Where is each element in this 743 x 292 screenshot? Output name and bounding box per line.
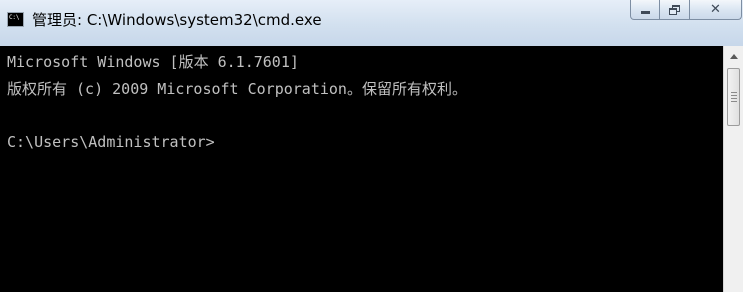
cmd-app-icon[interactable]: C:\ — [7, 12, 24, 27]
console-line-copyright: 版权所有 (c) 2009 Microsoft Corporation。保留所有… — [7, 80, 467, 98]
scrollbar-thumb[interactable] — [727, 68, 740, 126]
scroll-up-arrow-icon — [729, 54, 738, 59]
cmd-window: C:\ 管理员: C:\Windows\system32\cmd.exe ✕ M… — [0, 0, 743, 292]
console-prompt[interactable]: C:\Users\Administrator> — [7, 132, 215, 152]
title-bar[interactable]: C:\ 管理员: C:\Windows\system32\cmd.exe ✕ — [0, 0, 743, 46]
cmd-icon-label: C:\ — [9, 14, 20, 21]
window-title: 管理员: C:\Windows\system32\cmd.exe — [32, 11, 322, 29]
vertical-scrollbar[interactable] — [723, 46, 743, 292]
console-line-version: Microsoft Windows [版本 6.1.7601] — [7, 53, 299, 71]
restore-icon — [669, 4, 680, 15]
scroll-up-button[interactable] — [726, 49, 741, 64]
maximize-button[interactable] — [660, 0, 690, 20]
close-icon: ✕ — [710, 2, 721, 17]
console-output[interactable]: Microsoft Windows [版本 6.1.7601] 版权所有 (c)… — [0, 46, 723, 292]
minimize-button[interactable] — [630, 0, 660, 20]
close-button[interactable]: ✕ — [690, 0, 742, 20]
minimize-icon — [640, 11, 650, 14]
